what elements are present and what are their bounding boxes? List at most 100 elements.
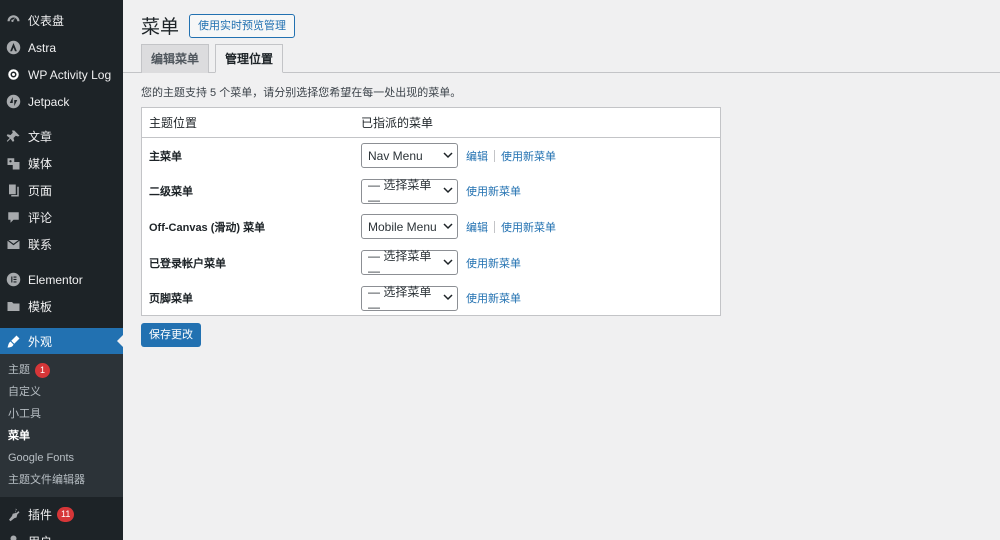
sidebar-item-jetpack[interactable]: Jetpack: [0, 88, 123, 115]
sidebar-item-label: 插件: [28, 508, 53, 522]
submenu-item-label: 自定义: [8, 386, 41, 398]
page-icon: [6, 183, 21, 198]
submenu-item-label: 主题: [8, 364, 30, 376]
main-content: 菜单 使用实时预览管理 编辑菜单 管理位置 您的主题支持 5 个菜单，请分别选择…: [123, 0, 1000, 540]
sidebar-item-comments[interactable]: 评论: [0, 204, 123, 231]
select-value: Nav Menu: [368, 148, 423, 163]
chevron-down-icon: [443, 149, 453, 163]
sidebar-item-label: 评论: [28, 211, 53, 225]
sidebar-item-label: 用户: [28, 533, 52, 540]
eye-icon: [6, 67, 21, 82]
comment-icon: [6, 210, 21, 225]
sidebar-item-label: 文章: [28, 130, 53, 144]
menu-select[interactable]: Mobile Menu: [361, 214, 458, 240]
media-icon: [6, 156, 21, 171]
sidebar-item-label: 联系: [28, 238, 53, 252]
use-new-menu-link[interactable]: 使用新菜单: [501, 219, 556, 235]
nav-tabs: 编辑菜单 管理位置: [141, 44, 289, 73]
elementor-icon: [6, 272, 21, 287]
mail-icon: [6, 237, 21, 252]
sidebar-item-astra[interactable]: Astra: [0, 34, 123, 61]
sidebar-item-label: 页面: [28, 184, 53, 198]
location-name: 二级菜单: [149, 186, 193, 199]
page-header: 菜单 使用实时预览管理: [141, 12, 296, 39]
location-name: Off-Canvas (滑动) 菜单: [149, 221, 266, 234]
menu-locations-table: 主题位置 已指派的菜单 主菜单 Nav Menu 编辑 使用新菜单 二级菜单 —…: [141, 107, 721, 316]
tab-edit-menus[interactable]: 编辑菜单: [141, 44, 210, 73]
table-header: 主题位置 已指派的菜单: [142, 108, 720, 138]
edit-link[interactable]: 编辑: [466, 219, 488, 235]
sidebar-item-label: 仪表盘: [28, 14, 65, 28]
user-icon: [6, 534, 21, 540]
sidebar-item-label: 媒体: [28, 157, 53, 171]
use-new-menu-link[interactable]: 使用新菜单: [466, 183, 521, 199]
sidebar-item-users[interactable]: 用户: [0, 528, 123, 540]
table-row: 主菜单 Nav Menu 编辑 使用新菜单: [142, 138, 720, 174]
submenu-item-theme-file-editor[interactable]: 主题文件编辑器: [0, 469, 123, 491]
sidebar-item-appearance[interactable]: 外观: [0, 328, 123, 354]
use-new-menu-link[interactable]: 使用新菜单: [501, 148, 556, 164]
submenu-item-google-fonts[interactable]: Google Fonts: [0, 447, 123, 469]
select-value: Mobile Menu: [368, 219, 437, 234]
select-value: — 选择菜单 —: [368, 284, 432, 314]
sidebar-item-plugins[interactable]: 插件 11: [0, 501, 123, 528]
sidebar-item-label: Jetpack: [28, 94, 70, 109]
menu-select[interactable]: — 选择菜单 —: [361, 284, 458, 314]
save-changes-button[interactable]: 保存更改: [141, 323, 201, 347]
location-name: 已登录帐户菜单: [149, 257, 226, 270]
update-count-badge: 1: [35, 362, 50, 378]
sidebar-item-label: Astra: [28, 40, 57, 55]
update-count-badge: 11: [57, 507, 75, 522]
live-preview-button[interactable]: 使用实时预览管理: [189, 13, 296, 38]
chevron-down-icon: [443, 220, 453, 234]
chevron-down-icon: [443, 184, 453, 198]
submenu-item-menus[interactable]: 菜单: [0, 425, 123, 447]
submenu-item-customize[interactable]: 自定义: [0, 381, 123, 403]
submenu-item-label: Google Fonts: [8, 452, 75, 464]
link-divider: [494, 149, 495, 162]
select-value: — 选择菜单 —: [368, 177, 432, 207]
select-value: — 选择菜单 —: [368, 249, 432, 279]
menu-select[interactable]: — 选择菜单 —: [361, 177, 458, 207]
sidebar-item-pages[interactable]: 页面: [0, 177, 123, 204]
page-title: 菜单: [141, 17, 180, 38]
location-name: 页脚菜单: [149, 293, 193, 306]
pin-icon: [6, 129, 21, 144]
column-header-menu: 已指派的菜单: [361, 116, 434, 130]
sidebar-item-posts[interactable]: 文章: [0, 123, 123, 150]
sidebar-item-wp-activity-log[interactable]: WP Activity Log: [0, 61, 123, 88]
table-row: 二级菜单 — 选择菜单 — 使用新菜单: [142, 174, 720, 210]
edit-link[interactable]: 编辑: [466, 148, 488, 164]
sidebar-item-media[interactable]: 媒体: [0, 150, 123, 177]
sidebar-item-elementor[interactable]: Elementor: [0, 266, 123, 293]
intro-text: 您的主题支持 5 个菜单，请分别选择您希望在每一处出现的菜单。: [141, 87, 462, 99]
submenu-item-label: 主题文件编辑器: [8, 474, 85, 486]
chevron-down-icon: [443, 256, 453, 270]
use-new-menu-link[interactable]: 使用新菜单: [466, 255, 521, 271]
plugin-icon: [6, 507, 21, 522]
column-header-location: 主题位置: [149, 116, 198, 130]
appearance-submenu: 主题 1 自定义 小工具 菜单 Google Fonts 主题文件编辑器: [0, 354, 123, 497]
folder-icon: [6, 299, 21, 314]
table-row: 页脚菜单 — 选择菜单 — 使用新菜单: [142, 280, 720, 316]
sidebar-item-label: 模板: [28, 300, 53, 314]
sidebar-item-contact[interactable]: 联系: [0, 231, 123, 258]
submenu-item-label: 菜单: [8, 430, 30, 442]
sidebar-item-label: 外观: [28, 334, 53, 349]
sidebar-item-label: Elementor: [28, 272, 83, 287]
tab-manage-locations[interactable]: 管理位置: [215, 44, 284, 73]
link-divider: [494, 220, 495, 233]
submenu-item-widgets[interactable]: 小工具: [0, 403, 123, 425]
menu-select[interactable]: — 选择菜单 —: [361, 249, 458, 279]
chevron-down-icon: [443, 291, 453, 305]
sidebar-item-templates[interactable]: 模板: [0, 293, 123, 320]
submenu-item-themes[interactable]: 主题 1: [0, 359, 123, 381]
menu-select[interactable]: Nav Menu: [361, 143, 458, 169]
admin-sidebar: 仪表盘 Astra WP Activity Log Jetpack 文章 媒体 …: [0, 0, 123, 540]
location-name: 主菜单: [149, 150, 182, 163]
brush-icon: [6, 334, 21, 349]
use-new-menu-link[interactable]: 使用新菜单: [466, 290, 521, 306]
table-row: Off-Canvas (滑动) 菜单 Mobile Menu 编辑 使用新菜单: [142, 209, 720, 245]
sidebar-item-dashboard[interactable]: 仪表盘: [0, 7, 123, 34]
jetpack-icon: [6, 94, 21, 109]
